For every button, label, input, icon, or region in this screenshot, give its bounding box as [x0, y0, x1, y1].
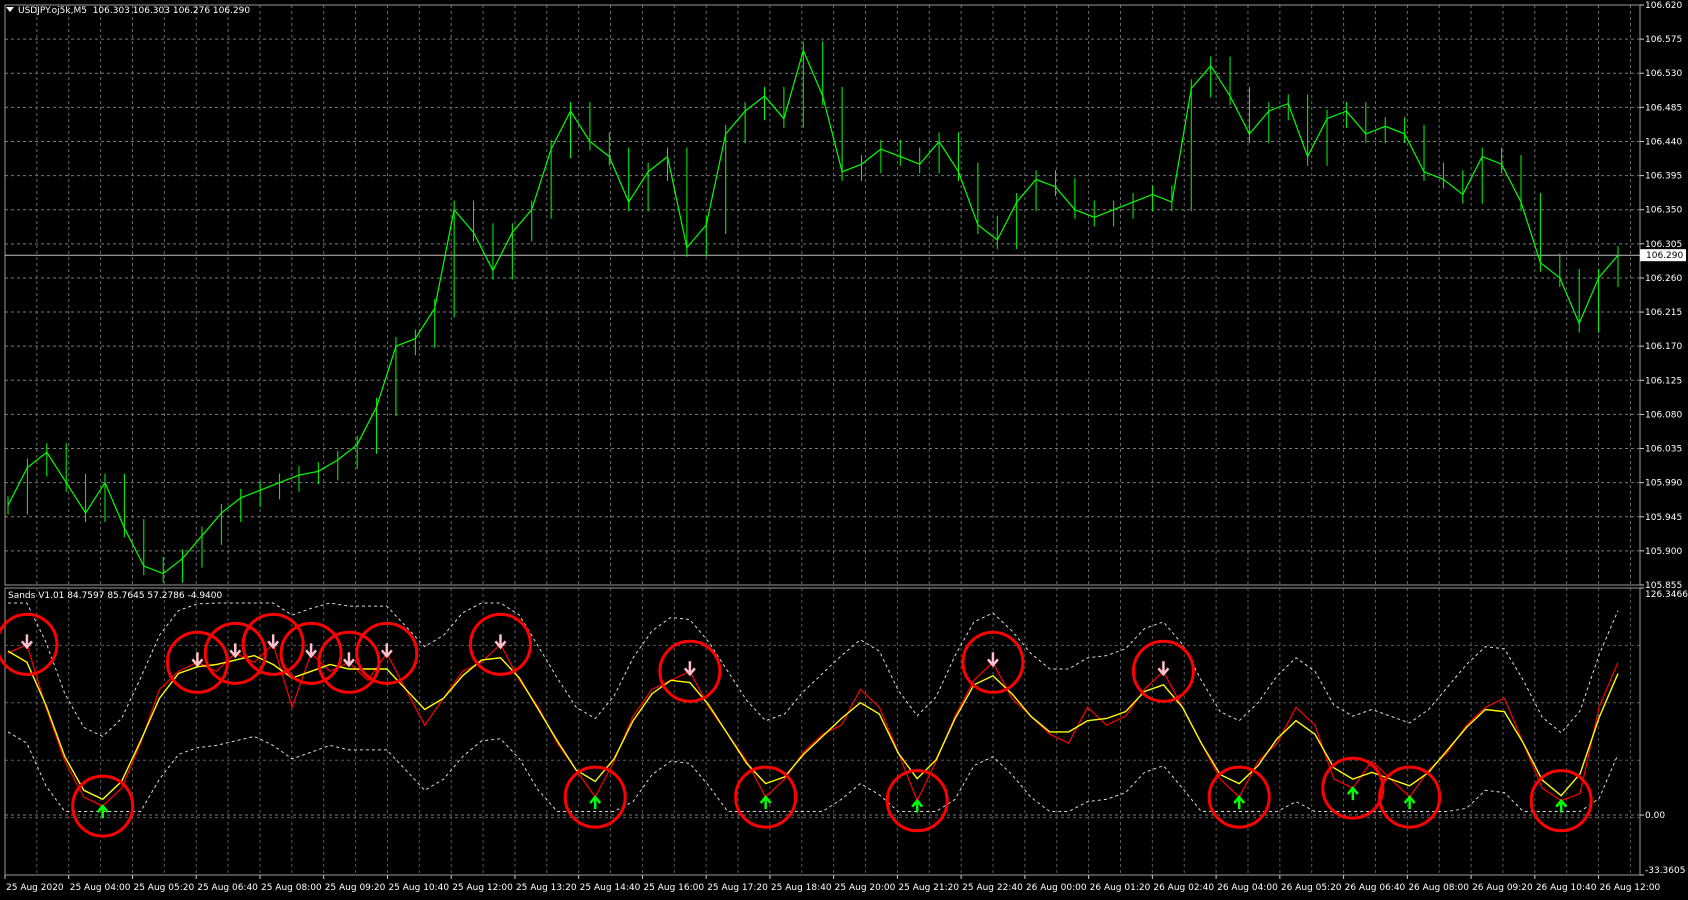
ohlc-label: 106.303 106.303 106.276 106.290 [92, 6, 251, 16]
time-axis-label: 26 Aug 08:00 [1408, 883, 1469, 893]
main-chart-label: USDJPY.oj5k,M5 106.303 106.303 106.276 1… [6, 6, 250, 17]
time-axis-label: 26 Aug 00:00 [1026, 883, 1087, 893]
time-axis-label: 25 Aug 12:00 [452, 883, 513, 893]
time-axis-label: 25 Aug 18:40 [771, 883, 832, 893]
symbol-label: USDJPY.oj5k,M5 [18, 6, 87, 16]
price-axis-label: 106.125 [1645, 376, 1682, 386]
indicator-axis-label: -33.3605 [1645, 866, 1685, 876]
price-axis-label: 106.440 [1645, 137, 1682, 147]
price-axis-label: 105.900 [1645, 547, 1682, 557]
price-axis-label: 106.620 [1645, 1, 1682, 11]
time-axis-label: 25 Aug 08:00 [261, 883, 322, 893]
price-axis-label: 105.990 [1645, 479, 1682, 489]
price-axis-label: 106.260 [1645, 274, 1682, 284]
time-axis-label: 25 Aug 21:20 [898, 883, 959, 893]
price-axis-label: 106.575 [1645, 35, 1682, 45]
time-axis-label: 26 Aug 04:00 [1217, 883, 1278, 893]
time-axis-label: 25 Aug 20:00 [835, 883, 896, 893]
indicator-axis-label: 126.3466 [1645, 590, 1688, 600]
chart-canvas[interactable]: 106.620 106.575 106.530 106.485 106.440 106.3… [0, 0, 1688, 900]
price-axis-label: 106.215 [1645, 308, 1682, 318]
time-axis-label: 25 Aug 10:40 [388, 883, 449, 893]
price-axis-label: 105.945 [1645, 513, 1682, 523]
time-axis-label: 26 Aug 02:40 [1153, 883, 1214, 893]
time-axis-label: 25 Aug 17:20 [707, 883, 768, 893]
time-axis-label: 26 Aug 12:00 [1600, 883, 1661, 893]
price-axis-label: 106.170 [1645, 342, 1682, 352]
time-axis-label: 25 Aug 16:00 [643, 883, 704, 893]
price-axis-label: 106.035 [1645, 445, 1682, 455]
time-axis-label: 25 Aug 22:40 [962, 883, 1023, 893]
time-axis-label: 25 Aug 06:40 [197, 883, 258, 893]
price-axis-label: 106.080 [1645, 410, 1682, 420]
price-axis-label: 106.395 [1645, 172, 1682, 182]
collapse-triangle-icon[interactable] [6, 7, 14, 12]
time-axis-label: 26 Aug 06:40 [1345, 883, 1406, 893]
time-axis-label: 25 Aug 2020 [6, 883, 64, 893]
indicator-axis-label: 0.00 [1645, 811, 1665, 821]
price-axis-label: 106.350 [1645, 206, 1682, 216]
time-axis-label: 26 Aug 10:40 [1536, 883, 1597, 893]
time-axis-label: 26 Aug 01:20 [1090, 883, 1151, 893]
time-axis-label: 25 Aug 05:20 [133, 883, 194, 893]
time-axis-label: 25 Aug 13:20 [516, 883, 577, 893]
time-axis-label: 26 Aug 09:20 [1472, 883, 1533, 893]
time-axis-label: 26 Aug 05:20 [1281, 883, 1342, 893]
price-axis-label: 106.485 [1645, 103, 1682, 113]
price-axis-label: 106.530 [1645, 69, 1682, 79]
time-axis-label: 25 Aug 14:40 [580, 883, 641, 893]
time-axis-label: 25 Aug 04:00 [70, 883, 131, 893]
indicator-label: Sands V1.01 84.7597 85.7645 57.2786 -4.9… [8, 591, 223, 601]
current-price-label: 106.290 [1646, 251, 1683, 261]
time-axis-label: 25 Aug 09:20 [325, 883, 386, 893]
price-axis-label: 106.305 [1645, 240, 1682, 250]
